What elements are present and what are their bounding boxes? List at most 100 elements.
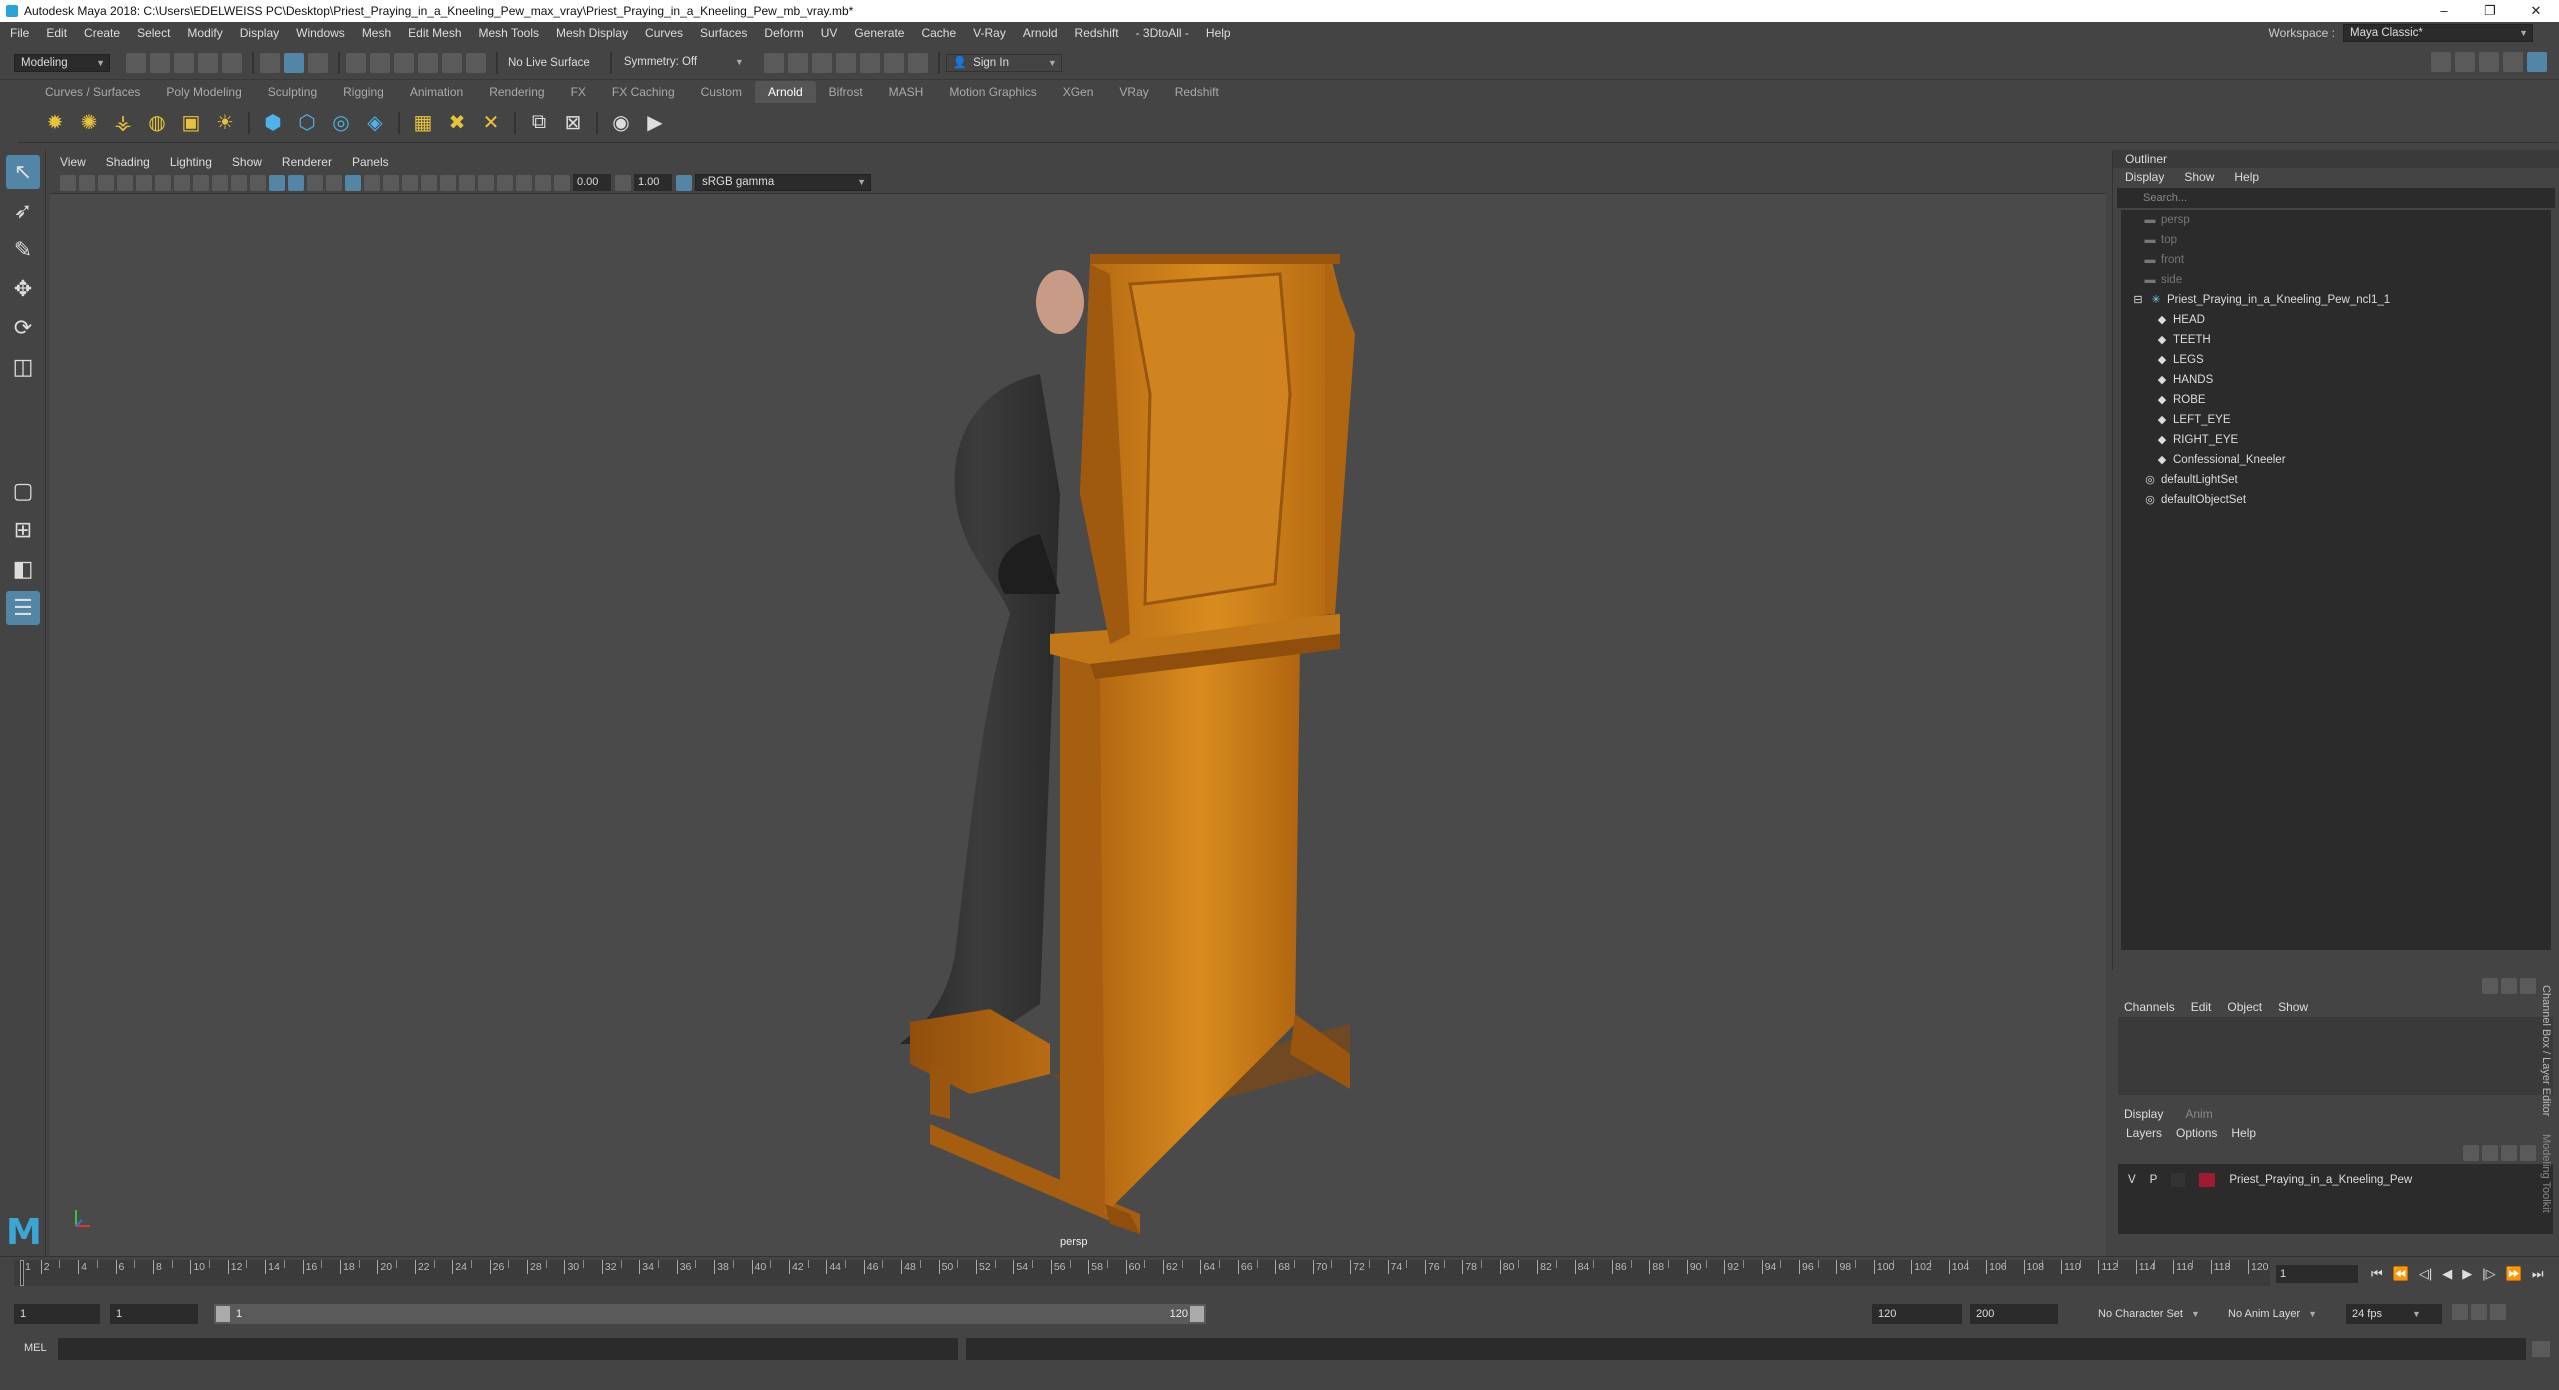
render-view-icon[interactable] [883, 52, 904, 73]
move-layer-up-icon[interactable] [2463, 1145, 2479, 1161]
workspace-dropdown[interactable]: Maya Classic* ▼ [2343, 24, 2533, 42]
outliner-layout-icon[interactable]: ☰ [6, 591, 40, 625]
layer-type-toggle[interactable] [2171, 1173, 2186, 1187]
shelf-tab-mash[interactable]: MASH [876, 81, 937, 103]
menu-mesh-tools[interactable]: Mesh Tools [479, 26, 539, 40]
playback-end-field[interactable]: 120 [1872, 1304, 1962, 1324]
select-tool-icon[interactable]: ↖ [6, 155, 40, 189]
standin-icon[interactable]: ⬢ [258, 108, 288, 138]
use-all-lights-icon[interactable] [364, 174, 380, 191]
new-scene-icon[interactable] [126, 52, 146, 73]
film-gate-icon[interactable] [155, 174, 171, 191]
gamma-field[interactable]: 1.00 [634, 174, 672, 191]
render-sequence-icon[interactable] [787, 52, 808, 73]
range-end-handle[interactable] [1190, 1306, 1204, 1322]
menu-generate[interactable]: Generate [854, 26, 904, 40]
lasso-tool-icon[interactable]: ➶ [6, 194, 40, 228]
outliner-item[interactable]: ◎ defaultLightSet [2121, 470, 2551, 490]
outliner-item[interactable]: ◆ LEFT_EYE [2121, 410, 2551, 430]
channel-box-icon[interactable] [2503, 52, 2523, 72]
viewport-menu-panels[interactable]: Panels [352, 155, 389, 169]
menu-display[interactable]: Display [240, 26, 279, 40]
default-material-icon[interactable] [307, 174, 323, 191]
shelf-tab-vray[interactable]: VRay [1106, 81, 1161, 103]
move-layer-down-icon[interactable] [2482, 1145, 2498, 1161]
menu-mesh[interactable]: Mesh [362, 26, 391, 40]
outliner-item[interactable]: ▬ persp [2121, 210, 2551, 230]
shelf-tab-motion-graphics[interactable]: Motion Graphics [936, 81, 1049, 103]
redo-icon[interactable] [222, 52, 242, 73]
snap-curve-icon[interactable] [370, 52, 390, 73]
layer-playback-toggle[interactable]: P [2150, 1174, 2158, 1186]
playback-start-field[interactable]: 1 [110, 1304, 198, 1324]
menu-create[interactable]: Create [84, 26, 120, 40]
tool-settings-icon[interactable] [2479, 52, 2499, 72]
snap-view-plane-icon[interactable] [418, 52, 438, 73]
layout-icon[interactable] [2527, 52, 2547, 72]
symmetry-dropdown[interactable]: Symmetry: Off ▼ [617, 53, 748, 72]
outliner-item[interactable]: ◆ RIGHT_EYE [2121, 430, 2551, 450]
anim-layer-dropdown[interactable]: No Anim Layer ▼ [2222, 1304, 2338, 1324]
menu-edit-mesh[interactable]: Edit Mesh [408, 26, 461, 40]
menu-curves[interactable]: Curves [645, 26, 683, 40]
snap-point-icon[interactable] [394, 52, 414, 73]
menu-help[interactable]: Help [1206, 26, 1231, 40]
minimize-button[interactable]: – [2421, 0, 2467, 22]
safe-action-icon[interactable] [231, 174, 247, 191]
save-scene-icon[interactable] [174, 52, 194, 73]
shadows-icon[interactable] [383, 174, 399, 191]
play-backward-icon[interactable]: ◀ [2442, 1266, 2452, 1282]
outliner-item[interactable]: ⊟ ✳ Priest_Praying_in_a_Kneeling_Pew_ncl1_… [2121, 290, 2551, 310]
channel-menu-object[interactable]: Object [2227, 1000, 2262, 1014]
time-ruler[interactable]: 1 2 4 6 8 10 12 14 16 18 20 22 24 26 28 30 32 34 36 38 40 42 4… [14, 1260, 2270, 1286]
area-light-icon[interactable]: ✹ [40, 108, 70, 138]
shelf-tab-bifrost[interactable]: Bifrost [816, 81, 876, 103]
animation-start-field[interactable]: 1 [14, 1304, 100, 1324]
outliner-menu-help[interactable]: Help [2234, 170, 2259, 184]
layer-menu-help[interactable]: Help [2231, 1126, 2256, 1140]
volume-icon[interactable]: ⬡ [292, 108, 322, 138]
script-language-label[interactable]: MEL [24, 1342, 47, 1354]
preferences-icon[interactable] [2490, 1304, 2506, 1320]
textured-icon[interactable] [345, 174, 361, 191]
layer-row[interactable]: V P Priest_Praying_in_a_Kneeling_Pew [2118, 1170, 2553, 1190]
menu-uv[interactable]: UV [821, 26, 838, 40]
viewport-menu-lighting[interactable]: Lighting [170, 155, 212, 169]
mode-dropdown[interactable]: Modeling ▼ [14, 53, 110, 72]
modeling-toolkit-icon[interactable] [2431, 52, 2451, 72]
outliner-item[interactable]: ◆ HANDS [2121, 370, 2551, 390]
layer-color-swatch[interactable] [2199, 1173, 2216, 1187]
viewport-menu-show[interactable]: Show [232, 155, 262, 169]
motion-blur-icon[interactable] [421, 174, 437, 191]
hypershade-icon[interactable] [859, 52, 880, 73]
sign-in-dropdown[interactable]: 👤 Sign In ▼ [945, 53, 1062, 72]
outliner-menu-display[interactable]: Display [2125, 170, 2164, 184]
snap-live-icon[interactable] [442, 52, 462, 73]
ambient-occlusion-icon[interactable] [402, 174, 418, 191]
range-start-handle[interactable] [216, 1306, 230, 1322]
xray-components-icon[interactable] [535, 174, 551, 191]
two-view-icon[interactable]: ◧ [6, 552, 40, 586]
field-chart-icon[interactable] [212, 174, 228, 191]
select-object-icon[interactable] [284, 52, 304, 73]
go-to-start-icon[interactable]: ⏮ [2371, 1266, 2383, 1282]
script-editor-icon[interactable] [2532, 1341, 2550, 1357]
viewport-menu-renderer[interactable]: Renderer [282, 155, 332, 169]
shelf-tab-arnold[interactable]: Arnold [754, 81, 816, 103]
layer-tab-display[interactable]: Display [2124, 1107, 2163, 1121]
colorspace-dropdown[interactable]: sRGB gamma ▼ [695, 174, 871, 191]
light-portal-icon[interactable]: ▣ [176, 108, 206, 138]
shelf-tab-curves-surfaces[interactable]: Curves / Surfaces [32, 81, 153, 103]
shelf-tab-fx-caching[interactable]: FX Caching [599, 81, 688, 103]
menu-mesh-display[interactable]: Mesh Display [556, 26, 628, 40]
menu-vray[interactable]: V-Ray [973, 26, 1006, 40]
scale-tool-icon[interactable]: ◫ [6, 350, 40, 384]
layer-tab-anim[interactable]: Anim [2185, 1107, 2212, 1121]
step-forward-frame-icon[interactable]: |▷ [2482, 1266, 2495, 1282]
play-render-icon[interactable]: ▶ [640, 108, 670, 138]
grid-icon[interactable] [136, 174, 152, 191]
menu-select[interactable]: Select [137, 26, 170, 40]
render-frame-icon[interactable] [763, 52, 784, 73]
depth-of-field-icon[interactable] [459, 174, 475, 191]
side-tab-channel-box[interactable]: Channel Box / Layer Editor [2540, 985, 2552, 1116]
